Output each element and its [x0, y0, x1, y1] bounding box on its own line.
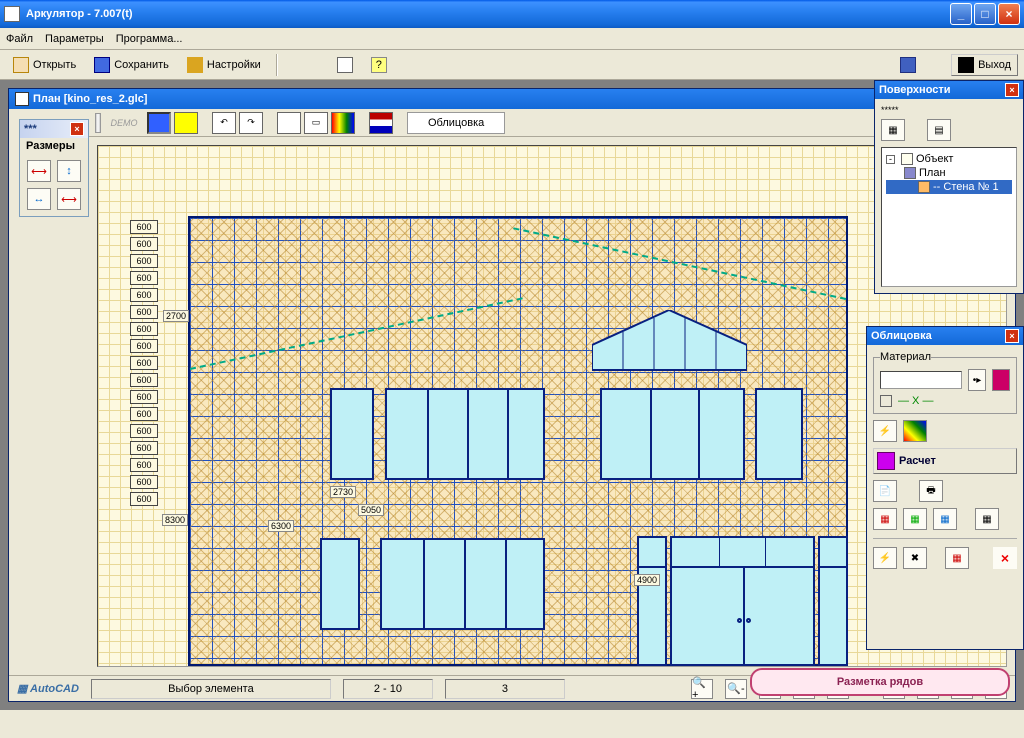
status-mode: Выбор элемента — [91, 679, 331, 699]
menubar: Файл Параметры Программа... — [0, 28, 1024, 50]
zoom-out-icon[interactable]: 🔍- — [725, 679, 747, 699]
ptb-highlight[interactable] — [174, 112, 198, 134]
ob-color-icon[interactable] — [903, 420, 927, 442]
ptb-rect2[interactable]: ▭ — [304, 112, 328, 134]
calc-icon-button[interactable] — [893, 54, 923, 76]
surf-btn2[interactable]: ▤ — [927, 119, 951, 141]
main-toolbar: Открыть Сохранить Настройки ? Выход — [0, 50, 1024, 80]
tree-wall1[interactable]: -- Стена № 1 — [886, 180, 1012, 194]
size-tool-3[interactable]: ↔ — [27, 188, 51, 210]
ob-b1-icon[interactable]: ⚡ — [873, 547, 897, 569]
ptb-grad[interactable] — [331, 112, 355, 134]
window-titlebar: Аркулятор - 7.007(t) _ □ × — [0, 0, 1024, 28]
demo-label: DEMO — [104, 112, 144, 134]
window-title: Аркулятор - 7.007(t) — [26, 8, 133, 20]
app-icon — [4, 6, 20, 22]
dim-column: 600600 600600 600600 600600 600600 60060… — [130, 220, 158, 506]
status-item: 3 — [445, 679, 565, 699]
ob-b3-icon[interactable]: ▦ — [945, 547, 969, 569]
menu-file[interactable]: Файл — [6, 33, 33, 45]
ob-delete-icon[interactable]: × — [993, 547, 1017, 569]
oblits-close-icon[interactable]: × — [1005, 329, 1019, 343]
surfaces-panel[interactable]: Поверхности × ***** ▦ ▤ -Объект План -- … — [874, 80, 1024, 294]
entrance-door — [670, 536, 815, 666]
plan-window: План [kino_res_2.glc] DEMO ↶ ↷ ▭ Облицов… — [8, 88, 1016, 702]
calc-icon — [877, 452, 895, 470]
material-color-icon[interactable] — [992, 369, 1010, 391]
oblitsovka-button[interactable]: Облицовка — [407, 112, 505, 134]
maximize-button[interactable]: □ — [974, 3, 996, 25]
ptb-fill[interactable] — [147, 112, 171, 134]
ptb-undo[interactable]: ↶ — [212, 112, 236, 134]
grid-green-icon[interactable]: ▦ — [903, 508, 927, 530]
material-label: Материал — [880, 351, 931, 363]
sizes-titlebar[interactable]: *** × — [20, 120, 88, 138]
razmetka-button[interactable]: Разметка рядов — [750, 668, 1010, 696]
settings-button[interactable]: Настройки — [180, 54, 268, 76]
sizes-close-icon[interactable]: × — [70, 122, 84, 136]
dim-5050: 5050 — [358, 504, 384, 516]
ptb-flag[interactable] — [369, 112, 393, 134]
dim-2730: 2730 — [330, 486, 356, 498]
plan-title-text: План [kino_res_2.glc] — [33, 93, 147, 105]
material-input[interactable] — [880, 371, 962, 389]
menu-program[interactable]: Программа... — [116, 33, 183, 45]
help-button[interactable]: ? — [364, 54, 394, 76]
ob-print-icon[interactable]: 🖶 — [919, 480, 943, 502]
autocad-label[interactable]: ▦ AutoCAD — [17, 682, 79, 695]
ptb-rect[interactable] — [277, 112, 301, 134]
oblitsovka-panel[interactable]: Облицовка × Материал •▸ — X — ⚡ — [866, 326, 1024, 650]
plan-icon — [15, 92, 29, 106]
grid-blue-icon[interactable]: ▦ — [933, 508, 957, 530]
open-button[interactable]: Открыть — [6, 54, 83, 76]
status-pages: 2 - 10 — [343, 679, 433, 699]
ob-doc-icon[interactable]: 📄 — [873, 480, 897, 502]
dim-6300: 6300 — [268, 520, 294, 532]
oblits-titlebar[interactable]: Облицовка × — [867, 327, 1023, 345]
grid-x-icon[interactable]: ▦ — [975, 508, 999, 530]
zoom-in-icon[interactable]: 🔍+ — [691, 679, 713, 699]
object-tree[interactable]: -Объект План -- Стена № 1 — [881, 147, 1017, 287]
exit-button[interactable]: Выход — [951, 54, 1018, 76]
ob-flash-icon[interactable]: ⚡ — [873, 420, 897, 442]
surfaces-close-icon[interactable]: × — [1005, 83, 1019, 97]
calc-button[interactable]: Расчет — [873, 448, 1017, 474]
menu-params[interactable]: Параметры — [45, 33, 104, 45]
minimize-button[interactable]: _ — [950, 3, 972, 25]
size-tool-4[interactable]: ⟷ — [57, 188, 81, 210]
surfaces-titlebar[interactable]: Поверхности × — [875, 81, 1023, 99]
save-button[interactable]: Сохранить — [87, 54, 176, 76]
surfaces-stars: ***** — [881, 105, 1017, 115]
close-button[interactable]: × — [998, 3, 1020, 25]
ptb-redo[interactable]: ↷ — [239, 112, 263, 134]
material-pick-icon[interactable]: •▸ — [968, 369, 986, 391]
dim-8300: 8300 — [162, 514, 188, 526]
surf-btn1[interactable]: ▦ — [881, 119, 905, 141]
sizes-panel[interactable]: *** × Размеры ⟷ ↕ ↔ ⟷ — [19, 119, 89, 217]
mdi-area: План [kino_res_2.glc] DEMO ↶ ↷ ▭ Облицов… — [0, 80, 1024, 710]
tool-a[interactable] — [330, 54, 360, 76]
dim-2700: 2700 — [163, 310, 189, 322]
mat-x-label: — X — — [898, 395, 933, 407]
size-tool-2[interactable]: ↕ — [57, 160, 81, 182]
gable-window — [592, 310, 747, 388]
mat-checkbox[interactable] — [880, 395, 892, 407]
plan-titlebar[interactable]: План [kino_res_2.glc] — [9, 89, 1015, 109]
sizes-label: Размеры — [20, 138, 88, 154]
ob-b2-icon[interactable]: ✖ — [903, 547, 927, 569]
grid-red-icon[interactable]: ▦ — [873, 508, 897, 530]
size-tool-1[interactable]: ⟷ — [27, 160, 51, 182]
facade — [188, 216, 848, 666]
dim-4900: 4900 — [634, 574, 660, 586]
